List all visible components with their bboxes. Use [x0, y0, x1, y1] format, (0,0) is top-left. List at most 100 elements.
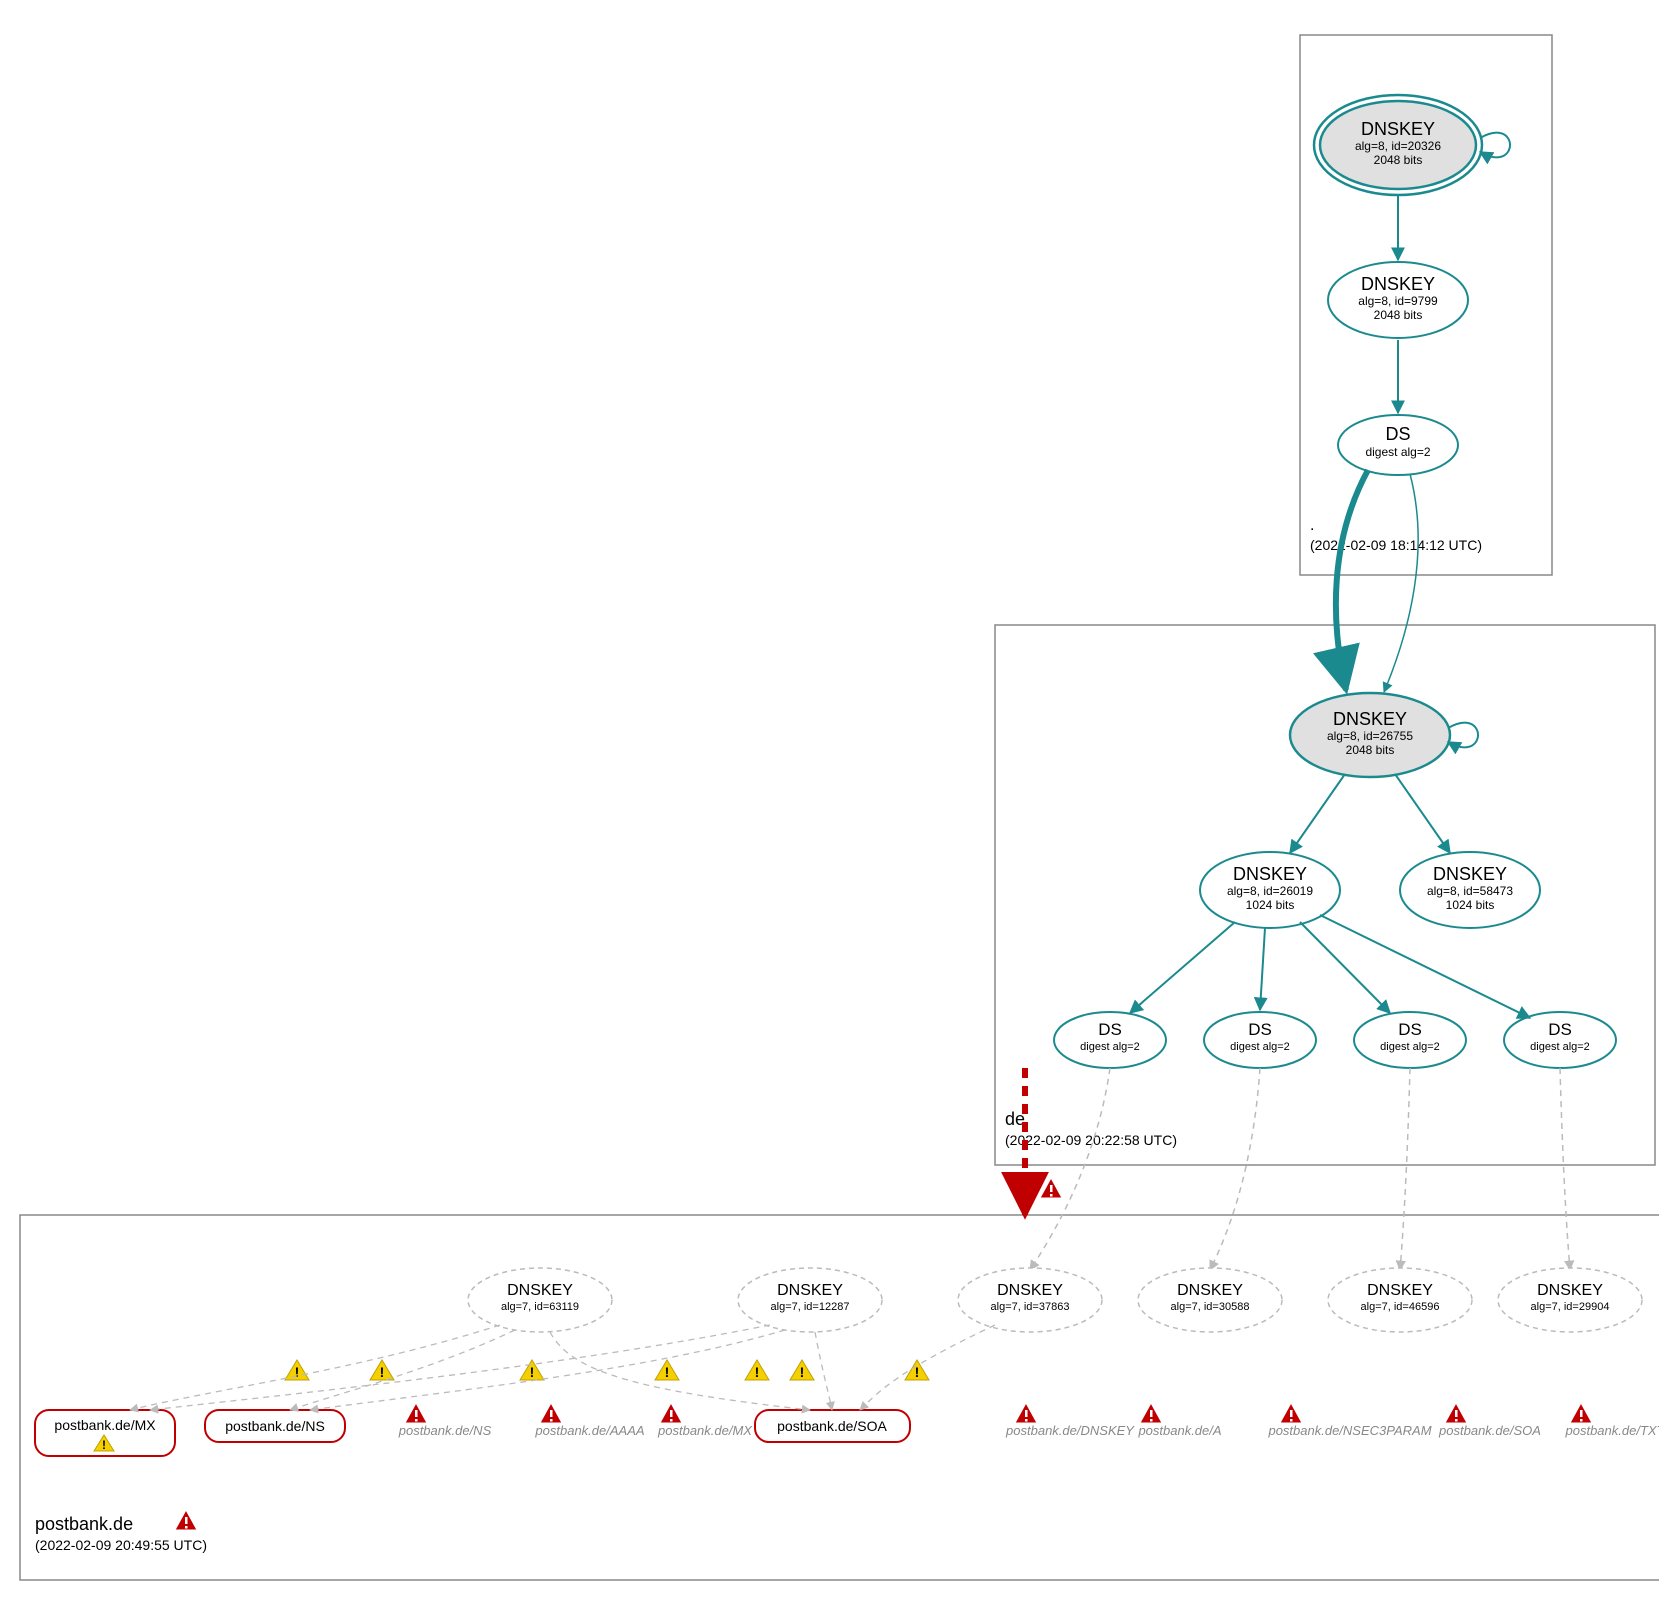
rr-ns2[interactable]: postbank.de/NS — [398, 1403, 492, 1438]
label: alg=7, id=29904 — [1531, 1301, 1610, 1313]
warning-icon: ! — [285, 1360, 309, 1380]
edge — [1260, 928, 1265, 1010]
label: postbank.de/AAAA — [534, 1423, 644, 1438]
rr-mx[interactable]: postbank.de/MX ! — [35, 1410, 175, 1456]
label: alg=8, id=20326 — [1355, 139, 1441, 153]
label: digest alg=2 — [1080, 1041, 1140, 1053]
label: alg=8, id=9799 — [1358, 294, 1438, 308]
de-ds2[interactable]: DS digest alg=2 — [1204, 1012, 1316, 1068]
label: digest alg=2 — [1380, 1041, 1440, 1053]
pb-dnskey-3[interactable]: DNSKEY alg=7, id=30588 — [1138, 1268, 1282, 1332]
rr-soa[interactable]: postbank.de/SOA — [755, 1410, 910, 1442]
svg-text:!: ! — [380, 1364, 385, 1380]
label: postbank.de/SOA — [777, 1418, 887, 1434]
label: 2048 bits — [1374, 153, 1423, 167]
svg-text:!: ! — [295, 1364, 300, 1380]
label: alg=8, id=58473 — [1427, 884, 1513, 898]
edge — [1290, 774, 1345, 853]
error-icon — [175, 1510, 197, 1530]
label: postbank.de/SOA — [1438, 1423, 1541, 1438]
root-ksk[interactable]: DNSKEY alg=8, id=20326 2048 bits — [1314, 95, 1482, 195]
rr-ns1[interactable]: postbank.de/NS — [205, 1410, 345, 1442]
de-ds1[interactable]: DS digest alg=2 — [1054, 1012, 1166, 1068]
warning-icon: ! — [655, 1360, 679, 1380]
de-ksk[interactable]: DNSKEY alg=8, id=26755 2048 bits — [1290, 693, 1450, 777]
root-ds[interactable]: DS digest alg=2 — [1338, 415, 1458, 475]
self-sign-arrow — [1480, 133, 1510, 158]
edge-dashed — [860, 1325, 995, 1410]
label: DNSKEY — [507, 1282, 573, 1299]
svg-text:!: ! — [800, 1364, 805, 1380]
edge-dashed — [1400, 1068, 1410, 1270]
edge — [1395, 774, 1450, 853]
de-ds3[interactable]: DS digest alg=2 — [1354, 1012, 1466, 1068]
edge-dashed — [130, 1325, 500, 1410]
rr-nsec3param[interactable]: postbank.de/NSEC3PARAM — [1267, 1403, 1431, 1438]
warning-icon: ! — [905, 1360, 929, 1380]
edge-dashed — [1560, 1068, 1570, 1270]
label: postbank.de/NS — [398, 1423, 492, 1438]
label: DS — [1398, 1020, 1422, 1039]
rr-txt[interactable]: postbank.de/TXT — [1565, 1403, 1659, 1438]
rr-aaaa[interactable]: postbank.de/AAAA — [534, 1403, 644, 1438]
svg-text:!: ! — [665, 1364, 670, 1380]
label: 2048 bits — [1346, 743, 1395, 757]
edge-dashed — [815, 1332, 832, 1410]
warning-icon: ! — [745, 1360, 769, 1380]
zone-label: . — [1310, 517, 1314, 534]
label: DNSKEY — [1433, 864, 1507, 884]
edge-dashed — [1030, 1068, 1110, 1270]
label: DS — [1548, 1020, 1572, 1039]
pb-dnskey-2[interactable]: DNSKEY alg=7, id=37863 — [958, 1268, 1102, 1332]
zone-timestamp: (2022-02-09 18:14:12 UTC) — [1310, 537, 1482, 553]
label: alg=7, id=30588 — [1171, 1301, 1250, 1313]
rr-soa2[interactable]: postbank.de/SOA — [1438, 1403, 1541, 1438]
label: postbank.de/MX — [54, 1417, 156, 1433]
label: DNSKEY — [1233, 864, 1307, 884]
pb-dnskey-4[interactable]: DNSKEY alg=7, id=46596 — [1328, 1268, 1472, 1332]
pb-dnskey-1[interactable]: DNSKEY alg=7, id=12287 — [738, 1268, 882, 1332]
dnssec-graph: DNSKEY alg=8, id=20326 2048 bits DNSKEY … — [10, 10, 1659, 1587]
label: alg=7, id=46596 — [1361, 1301, 1440, 1313]
error-icon — [1040, 1178, 1062, 1198]
zone-label: postbank.de — [35, 1514, 133, 1534]
root-zsk[interactable]: DNSKEY alg=8, id=9799 2048 bits — [1328, 262, 1468, 338]
label: alg=7, id=12287 — [771, 1301, 850, 1313]
rr-mx2[interactable]: postbank.de/MX — [657, 1403, 753, 1438]
label: digest alg=2 — [1230, 1041, 1290, 1053]
label: DNSKEY — [997, 1282, 1063, 1299]
svg-text:!: ! — [755, 1364, 760, 1380]
de-zsk1[interactable]: DNSKEY alg=8, id=26019 1024 bits — [1200, 852, 1340, 928]
label: DS — [1385, 424, 1410, 444]
zone-timestamp: (2022-02-09 20:49:55 UTC) — [35, 1537, 207, 1553]
label: postbank.de/NSEC3PARAM — [1267, 1423, 1431, 1438]
label: DS — [1098, 1020, 1122, 1039]
label: DNSKEY — [1333, 709, 1407, 729]
de-zsk2[interactable]: DNSKEY alg=8, id=58473 1024 bits — [1400, 852, 1540, 928]
svg-text:!: ! — [530, 1364, 535, 1380]
self-sign-arrow — [1448, 723, 1478, 748]
rr-a[interactable]: postbank.de/A — [1137, 1403, 1221, 1438]
label: postbank.de/A — [1137, 1423, 1221, 1438]
pb-dnskey-5[interactable]: DNSKEY alg=7, id=29904 — [1498, 1268, 1642, 1332]
rr-dnskey[interactable]: postbank.de/DNSKEY — [1005, 1403, 1135, 1438]
label: postbank.de/TXT — [1565, 1423, 1659, 1438]
label: 1024 bits — [1246, 898, 1295, 912]
label: DS — [1248, 1020, 1272, 1039]
label: alg=7, id=63119 — [501, 1301, 579, 1313]
label: 1024 bits — [1446, 898, 1495, 912]
label: digest alg=2 — [1365, 445, 1430, 459]
label: alg=7, id=37863 — [991, 1301, 1070, 1313]
svg-text:!: ! — [102, 1438, 106, 1452]
label: DNSKEY — [1177, 1282, 1243, 1299]
warning-icon: ! — [790, 1360, 814, 1380]
edge — [1320, 915, 1530, 1018]
label: DNSKEY — [777, 1282, 843, 1299]
label: DNSKEY — [1367, 1282, 1433, 1299]
de-ds4[interactable]: DS digest alg=2 — [1504, 1012, 1616, 1068]
pb-dnskey-0[interactable]: DNSKEY alg=7, id=63119 — [468, 1268, 612, 1332]
label: DNSKEY — [1361, 119, 1435, 139]
label: DNSKEY — [1361, 274, 1435, 294]
edge-dashed — [1210, 1068, 1260, 1270]
label: postbank.de/DNSKEY — [1005, 1423, 1135, 1438]
